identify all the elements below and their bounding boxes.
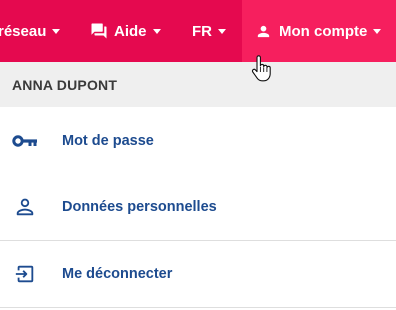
menu-item-personal-data[interactable]: Données personnelles (0, 174, 396, 241)
user-name-header: ANNA DUPONT (0, 62, 396, 107)
menu-item-logout[interactable]: Me déconnecter (0, 241, 396, 308)
caret-down-icon (152, 29, 161, 34)
key-icon (12, 128, 38, 154)
logout-icon (12, 261, 38, 287)
person-icon (255, 23, 272, 40)
top-navbar: réseau Aide FR Mon compte (0, 0, 396, 62)
nav-aide-menu[interactable]: Aide (90, 0, 161, 62)
menu-item-label: Mot de passe (62, 132, 154, 149)
language-label: FR (192, 22, 212, 40)
menu-item-label: Me déconnecter (62, 266, 173, 282)
nav-aide-label: Aide (114, 22, 147, 40)
menu-item-label: Données personnelles (62, 199, 217, 215)
account-label: Mon compte (279, 22, 368, 40)
caret-down-icon (52, 29, 61, 34)
user-name: ANNA DUPONT (12, 76, 118, 93)
chat-icon (90, 22, 108, 40)
person-outline-icon (12, 194, 38, 220)
account-dropdown-menu: ANNA DUPONT Mot de passe Données personn… (0, 62, 396, 308)
nav-reseau-label: réseau (0, 22, 47, 40)
caret-down-icon (373, 29, 382, 34)
hand-pointer-cursor-icon (251, 55, 271, 82)
account-menu-button[interactable]: Mon compte (242, 0, 396, 62)
menu-item-password[interactable]: Mot de passe (0, 107, 396, 174)
nav-reseau-menu[interactable]: réseau (0, 0, 61, 62)
caret-down-icon (218, 29, 226, 34)
language-selector[interactable]: FR (192, 0, 226, 62)
